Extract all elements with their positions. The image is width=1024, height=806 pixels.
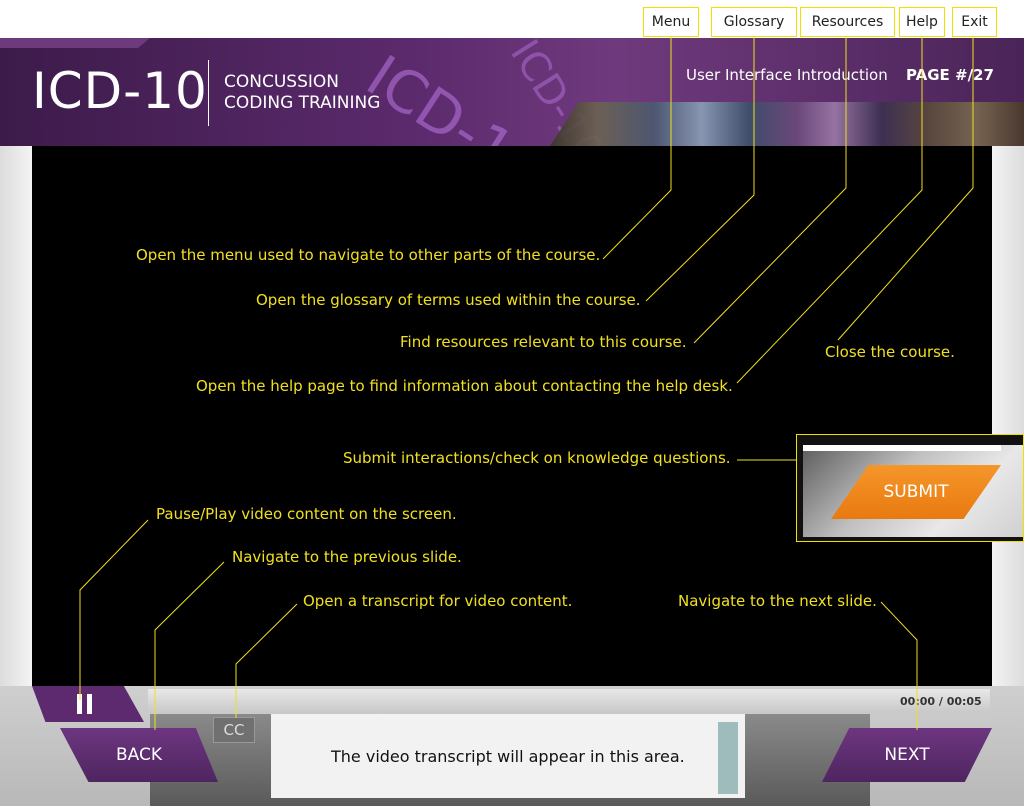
right-frame bbox=[992, 146, 1024, 686]
cc-annotation: Open a transcript for video content. bbox=[303, 592, 573, 610]
page-title: User Interface Introduction bbox=[686, 66, 888, 84]
glossary-button[interactable]: Glossary bbox=[711, 7, 797, 37]
exit-annotation: Close the course. bbox=[825, 343, 955, 361]
left-frame bbox=[0, 146, 32, 686]
content-area: Open the menu used to navigate to other … bbox=[32, 146, 992, 686]
transcript-scrollbar[interactable] bbox=[718, 722, 738, 794]
pause-icon bbox=[77, 694, 82, 714]
submit-annotation: Submit interactions/check on knowledge q… bbox=[343, 449, 731, 467]
military-photo-strip bbox=[550, 102, 1024, 146]
header-tab bbox=[0, 38, 150, 48]
cc-button[interactable]: CC bbox=[213, 717, 255, 743]
menu-annotation: Open the menu used to navigate to other … bbox=[136, 246, 601, 264]
pause-annotation: Pause/Play video content on the screen. bbox=[156, 505, 457, 523]
resources-annotation: Find resources relevant to this course. bbox=[400, 333, 687, 351]
page-number: PAGE #/27 bbox=[906, 66, 994, 84]
course-logo: ICD-10 bbox=[32, 62, 208, 120]
course-header: ICD-10 ICD-10 ICD-10 CONCUSSION CODING T… bbox=[0, 38, 1024, 146]
pause-icon-bar bbox=[87, 694, 92, 714]
menu-button[interactable]: Menu bbox=[643, 7, 699, 37]
help-button[interactable]: Help bbox=[899, 7, 945, 37]
resources-button[interactable]: Resources bbox=[800, 7, 895, 37]
progress-bar[interactable] bbox=[148, 689, 990, 713]
transcript-area: The video transcript will appear in this… bbox=[271, 714, 745, 798]
course-subtitle-line2: CODING TRAINING bbox=[224, 93, 381, 113]
exit-button[interactable]: Exit bbox=[952, 7, 997, 37]
back-annotation: Navigate to the previous slide. bbox=[232, 548, 462, 566]
next-annotation: Navigate to the next slide. bbox=[678, 592, 877, 610]
submit-highlight: SUBMIT bbox=[796, 434, 1024, 542]
help-annotation: Open the help page to find information a… bbox=[196, 377, 733, 395]
top-strip: Menu Glossary Resources Help Exit bbox=[0, 0, 1024, 38]
logo-divider bbox=[208, 60, 209, 126]
submit-panel-edge bbox=[803, 445, 1001, 451]
course-subtitle-line1: CONCUSSION bbox=[224, 72, 339, 92]
next-button[interactable]: NEXT bbox=[822, 728, 992, 782]
time-display: 00:00 / 00:05 bbox=[900, 695, 982, 708]
transcript-placeholder: The video transcript will appear in this… bbox=[331, 747, 685, 766]
glossary-annotation: Open the glossary of terms used within t… bbox=[256, 291, 641, 309]
